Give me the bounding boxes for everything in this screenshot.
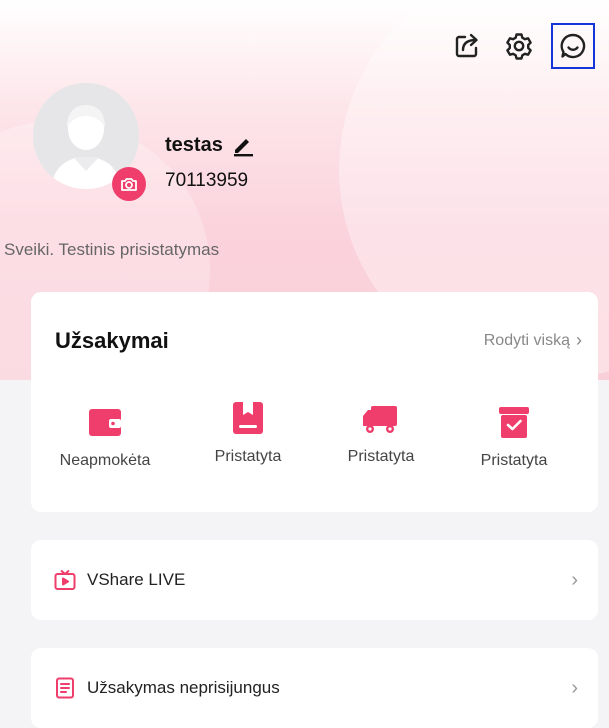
order-status-delivered[interactable]: Pristatyta: [188, 396, 308, 466]
order-status-shipping[interactable]: Pristatyta: [321, 396, 441, 466]
settings-icon[interactable]: [499, 26, 539, 66]
username: testas: [165, 133, 223, 156]
show-all-label: Rodyti viską: [483, 331, 570, 349]
order-status-label: Pristatyta: [480, 452, 548, 469]
document-icon: [53, 676, 77, 700]
wallet-icon: [83, 400, 127, 444]
username-row[interactable]: testas: [165, 133, 255, 157]
order-status-label: Pristatyta: [347, 448, 415, 465]
chevron-right-icon: ›: [571, 676, 578, 699]
header-actions: [435, 23, 595, 69]
chevron-right-icon: ›: [576, 330, 582, 350]
orders-card: Užsakymai Rodyti viską › Neapmokėta Pris…: [31, 292, 598, 512]
orders-title: Užsakymai: [55, 328, 169, 353]
order-status-label: Pristatyta: [214, 448, 282, 465]
truck-icon: [359, 396, 403, 440]
box-check-icon: [492, 400, 536, 444]
chevron-right-icon: ›: [571, 568, 578, 591]
support-chat-icon[interactable]: [551, 23, 595, 69]
user-id: 70113959: [165, 170, 249, 191]
menu-item-label: Užsakymas neprisijungus: [87, 678, 280, 697]
package-icon: [226, 396, 270, 440]
menu-item-vshare-live[interactable]: VShare LIVE ›: [31, 540, 598, 620]
camera-icon[interactable]: [112, 167, 146, 201]
show-all-orders-link[interactable]: Rodyti viską ›: [484, 330, 582, 351]
profile-bio: Sveiki. Testinis prisistatymas: [4, 240, 220, 259]
live-tv-icon: [53, 568, 77, 592]
share-icon[interactable]: [447, 26, 487, 66]
order-status-label: Neapmokėta: [59, 452, 151, 469]
edit-icon[interactable]: [231, 133, 255, 157]
order-status-completed[interactable]: Pristatyta: [454, 400, 574, 470]
menu-item-guest-order[interactable]: Užsakymas neprisijungus ›: [31, 648, 598, 728]
order-status-unpaid[interactable]: Neapmokėta: [45, 400, 165, 470]
menu-item-label: VShare LIVE: [87, 570, 186, 589]
